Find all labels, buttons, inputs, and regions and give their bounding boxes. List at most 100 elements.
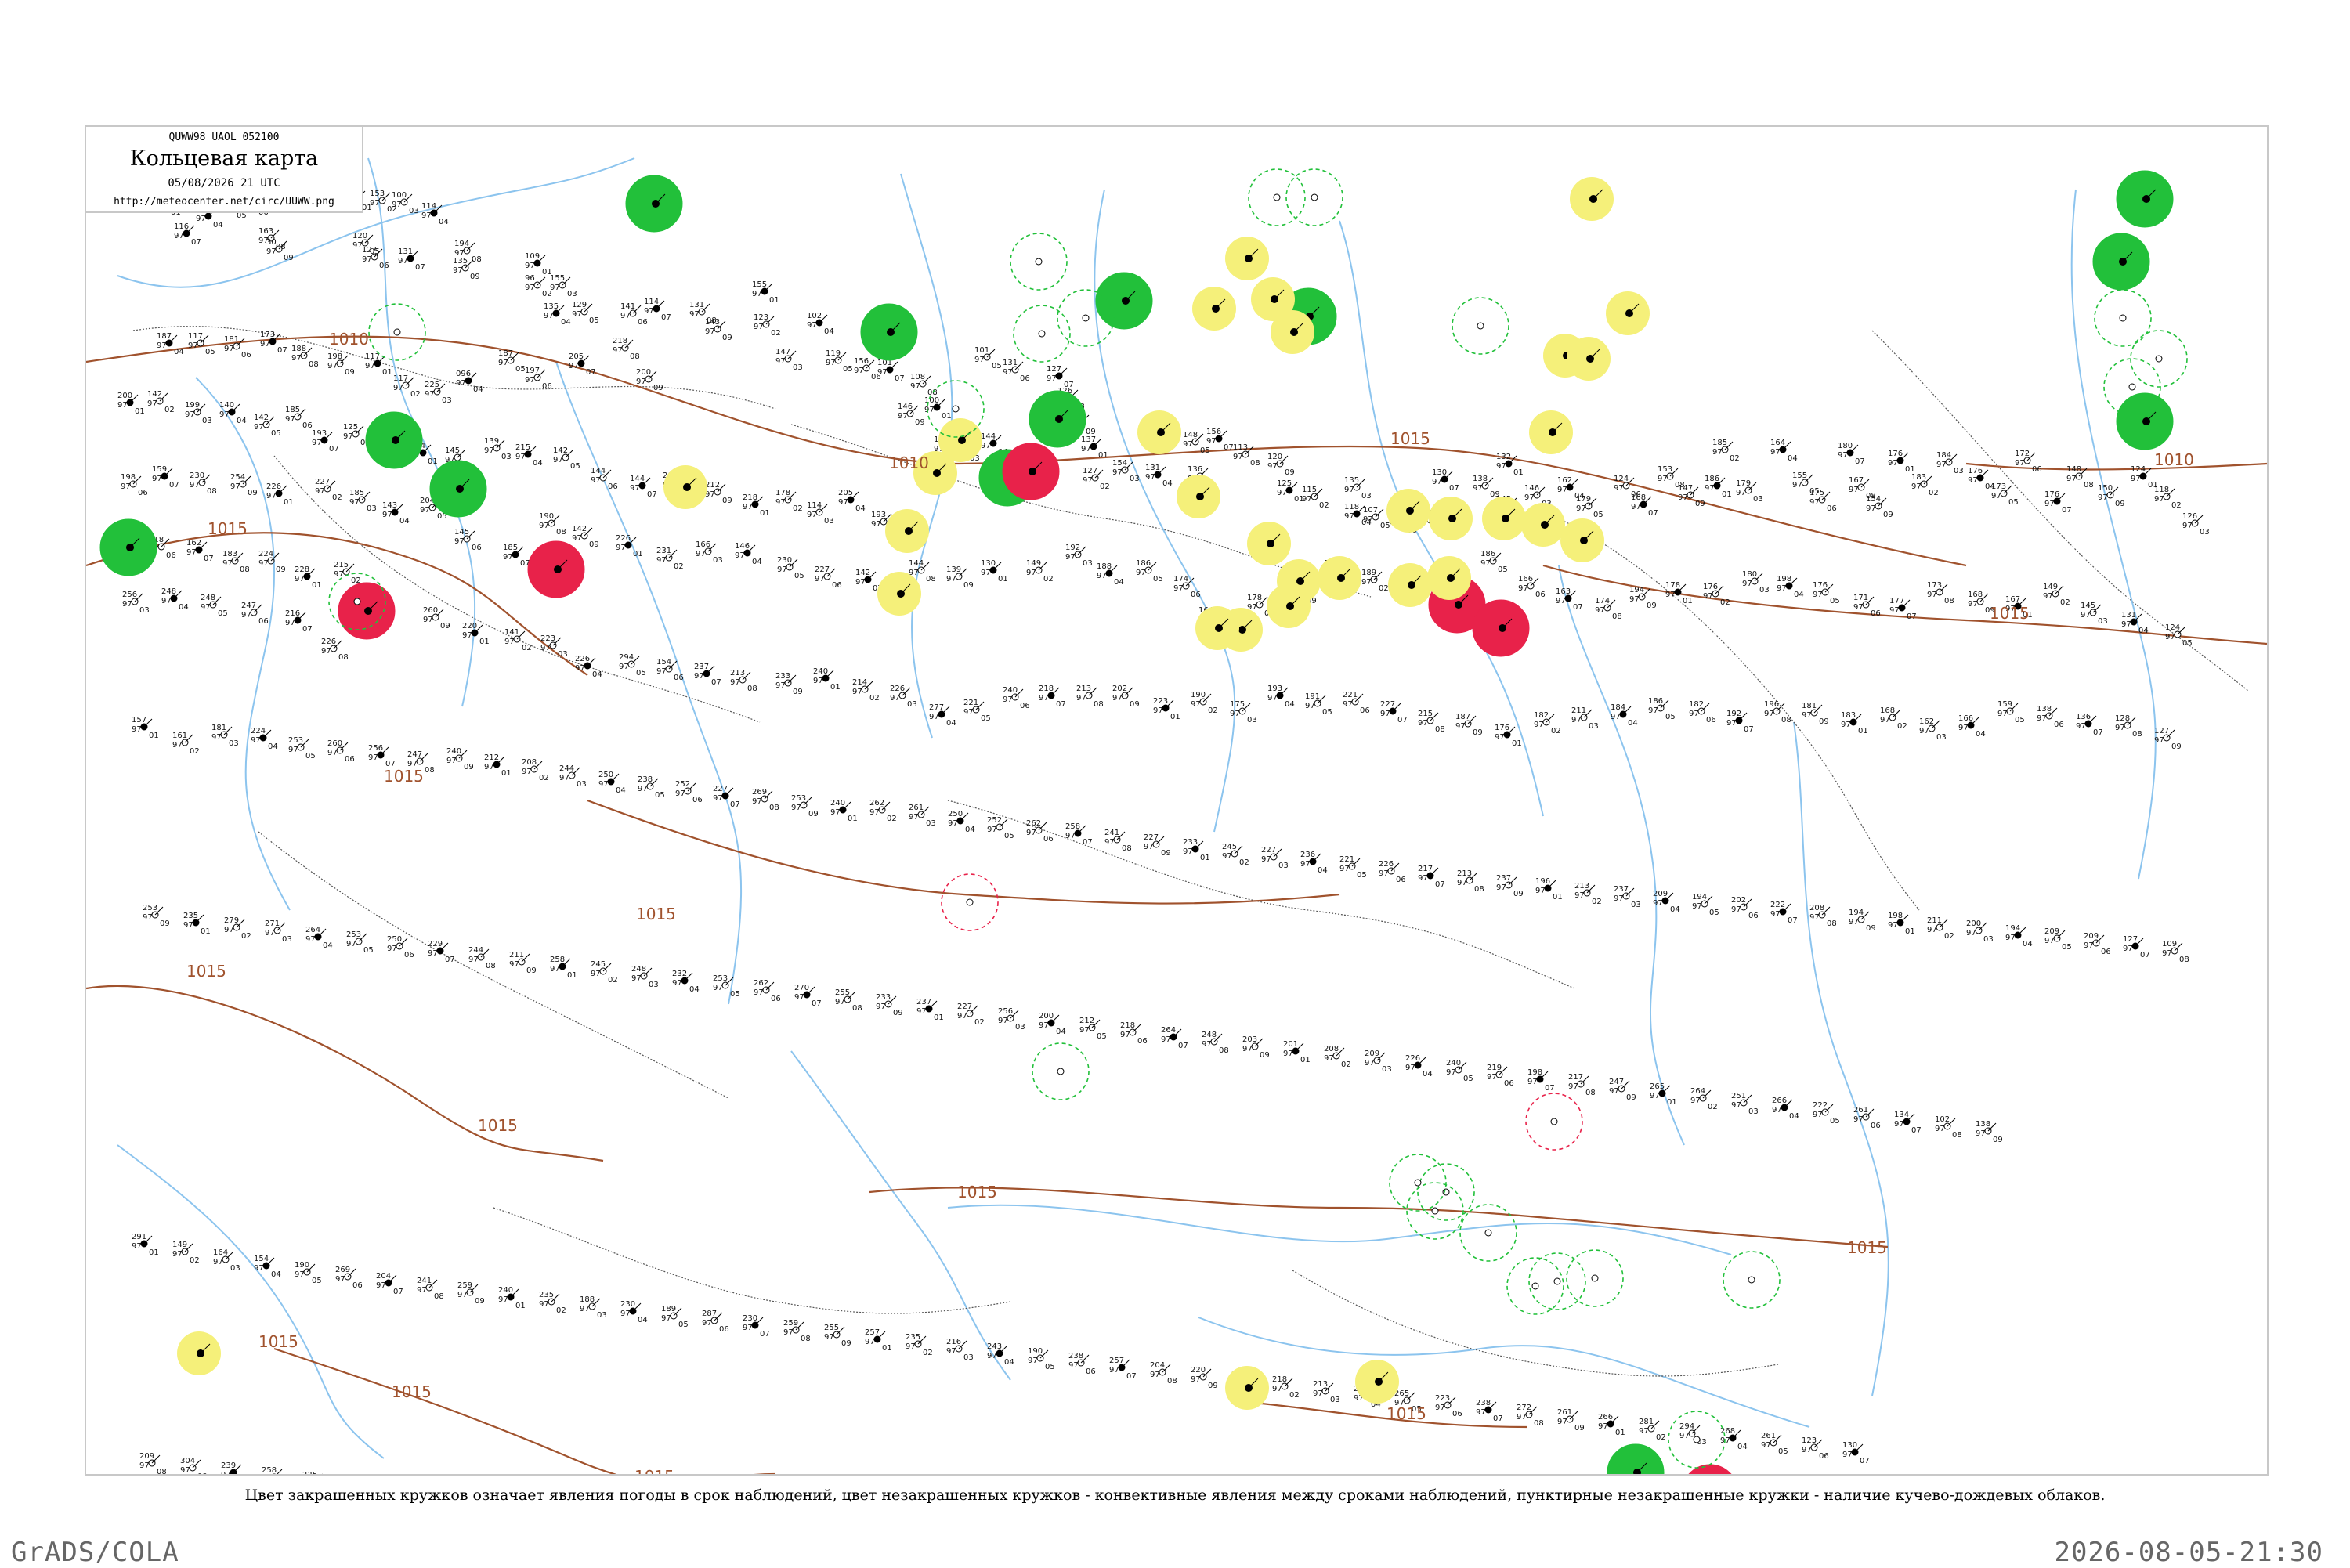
station-pressure: 07 [1573,603,1583,612]
station-plot: 18897 03 [580,1295,607,1320]
station-humidity: 97 [572,310,582,319]
fog-station [1195,606,1239,650]
isobar-layer [86,335,2267,1474]
station-plot: 19797 06 [525,367,552,391]
station-plot: 14697 09 [898,403,925,427]
station-value: 202 [1112,685,1127,693]
station-value: 223 [1435,1394,1450,1403]
fog-station [1318,556,1361,600]
station-value: 215 [1418,710,1433,718]
station-value: 127 [2154,727,2169,735]
station-pressure: 03 [1247,716,1257,724]
station-pressure: 07 [1855,457,1865,466]
station-humidity: 97 [484,446,494,455]
station-humidity: 97 [957,1012,967,1021]
station-plot: 16897 02 [1880,706,1907,731]
station-humidity: 97 [2123,945,2133,953]
station-value: 205 [569,352,584,361]
station-humidity: 97 [1361,578,1372,587]
station-pressure: 08 [852,1004,862,1013]
isobar-label: 1015 [384,767,424,786]
station-humidity: 97 [1476,1408,1486,1417]
station-pressure: 02 [674,562,684,571]
station-value: 256 [998,1007,1013,1016]
station-humidity: 97 [2081,611,2091,620]
station-humidity: 97 [752,290,762,298]
station-plot: 23197 02 [656,547,684,571]
station-value: 146 [735,542,750,551]
station-pressure: 07 [302,625,313,634]
station-pressure: 06 [345,755,355,764]
isobar-line [273,1347,776,1474]
station-pressure: 03 [1083,559,1093,568]
station-humidity: 97 [398,257,408,266]
station-value: 262 [870,799,884,807]
station-humidity: 97 [2115,724,2125,732]
station-humidity: 97 [1648,706,1658,715]
station-value: 252 [987,816,1002,825]
station-pressure: 02 [332,493,342,502]
station-humidity: 97 [898,412,908,421]
station-plot: 19497 09 [1849,909,1876,933]
station-plot: 21597 04 [515,443,543,468]
station-pressure: 04 [1976,730,1986,739]
map-datetime: 05/08/2026 21 UTC [168,177,280,190]
station-value: 238 [1476,1399,1491,1407]
station-humidity: 97 [1083,476,1093,485]
station-plot: 25797 01 [865,1328,892,1353]
station-pressure: 09 [464,763,474,771]
station-humidity: 97 [1473,484,1483,493]
station-value: 166 [696,540,710,549]
station-pressure: 01 [428,457,438,466]
station-plot: 22997 07 [428,940,455,964]
station-plot: 14597 03 [2081,602,2108,626]
station-pressure: 03 [907,700,917,709]
station-pressure: 09 [284,254,294,262]
station-plot: 18997 05 [661,1305,689,1329]
station-plot: 26497 07 [1161,1026,1188,1050]
station-marker [952,405,960,413]
station-plot: 17297 06 [2015,450,2042,474]
station-plot: 15997 05 [1998,700,2025,724]
station-humidity: 97 [484,763,494,771]
station-pressure: 03 [442,396,452,405]
station-value: 209 [139,1452,154,1461]
station-value: 154 [1866,495,1881,504]
station-plot: 25997 08 [783,1319,811,1343]
station-humidity: 97 [291,354,302,363]
station-pressure: 08 [486,962,496,970]
station-plot: 21297 05 [1079,1017,1107,1041]
station-plot: 21797 08 [1568,1073,1596,1097]
station-plot: 13697 07 [2076,713,2103,737]
station-plot: 11797 02 [393,374,421,399]
station-humidity: 97 [871,520,881,529]
station-pressure: 04 [1628,719,1638,728]
station-value: 185 [285,406,300,414]
synoptic-map: 0379701112970202697031097041569705147970… [85,125,2269,1476]
station-pressure: 03 [1382,1065,1392,1074]
station-value: 232 [672,970,687,978]
station-humidity: 97 [1968,600,1978,609]
station-plot: 21997 06 [1487,1064,1514,1088]
map-url: http://meteocenter.net/circ/UUWW.png [114,196,334,208]
station-plot: 24897 04 [161,587,189,612]
station-humidity: 97 [1889,606,1900,615]
station-pressure: 06 [1452,1410,1462,1418]
station-value: 227 [713,785,728,793]
station-humidity: 97 [362,255,372,264]
station-value: 209 [2084,932,2099,941]
station-value: 221 [964,699,978,707]
station-plot: 24097 01 [498,1286,526,1310]
station-value: 183 [1911,473,1926,482]
station-pressure: 07 [1178,1042,1188,1050]
station-humidity: 97 [335,1275,345,1284]
station-humidity: 97 [219,410,230,419]
station-humidity: 97 [1183,847,1193,856]
station-value: 259 [783,1319,798,1328]
isobar-label: 1015 [634,1467,674,1474]
station-value: 218 [1272,1375,1287,1384]
station-value: 176 [1813,581,1828,590]
station-pressure: 03 [409,207,419,215]
station-humidity: 97 [1653,899,1663,908]
station-plot: 24097 01 [830,799,858,823]
